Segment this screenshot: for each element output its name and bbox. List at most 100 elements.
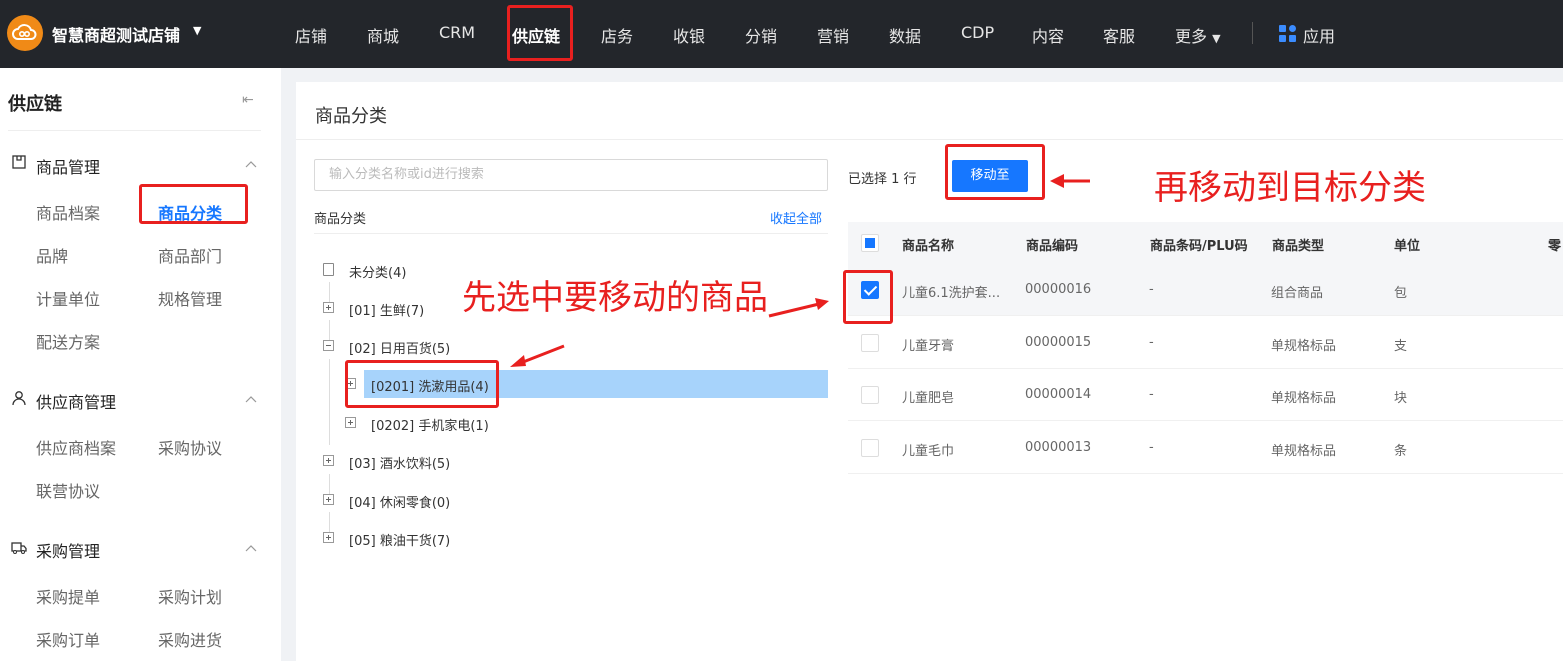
tree-node-fresh[interactable]: [01] 生鲜(7) xyxy=(349,300,424,319)
tree-node-grain-oil[interactable]: [05] 粮油干货(7) xyxy=(349,530,450,549)
cell-code: 00000014 xyxy=(1025,387,1092,402)
arrow-icon xyxy=(768,298,829,318)
sidebar-item-brand[interactable]: 品牌 xyxy=(36,243,68,267)
nav-distribution[interactable]: 分销 xyxy=(745,23,777,47)
sidebar-item-goods-archive[interactable]: 商品档案 xyxy=(36,200,100,224)
nav-more-label: 更多 xyxy=(1175,27,1208,46)
annotation-move-to-target: 再移动到目标分类 xyxy=(1154,168,1426,208)
sidebar-item-purchase-order[interactable]: 采购订单 xyxy=(36,627,100,651)
row-checkbox[interactable] xyxy=(861,386,879,404)
sidebar-group-goods[interactable]: 商品管理 xyxy=(36,154,100,178)
top-navigation-bar: 智慧商超测试店铺 ▼ 店铺 商城 CRM 供应链 店务 收银 分销 营销 数据 … xyxy=(0,0,1563,68)
cell-unit: 块 xyxy=(1394,391,1408,406)
nav-cashier[interactable]: 收银 xyxy=(673,23,705,47)
sidebar-title: 供应链 xyxy=(8,94,62,115)
caret-down-icon[interactable]: ▼ xyxy=(193,24,201,37)
file-icon xyxy=(323,263,334,276)
column-header[interactable]: 商品类型 xyxy=(1272,235,1324,254)
divider xyxy=(314,233,828,234)
chevron-up-icon[interactable] xyxy=(245,543,257,555)
truck-icon xyxy=(11,542,27,554)
store-name[interactable]: 智慧商超测试店铺 xyxy=(52,22,180,46)
nav-store[interactable]: 店铺 xyxy=(295,23,327,47)
highlight-nav-supply-chain xyxy=(507,5,573,61)
nav-more[interactable]: 更多 ▼ xyxy=(1175,23,1221,47)
expand-plus-icon[interactable] xyxy=(323,532,334,543)
sidebar-item-specs[interactable]: 规格管理 xyxy=(158,286,222,310)
row-checkbox[interactable] xyxy=(861,334,879,352)
nav-content[interactable]: 内容 xyxy=(1032,23,1064,47)
expand-plus-icon[interactable] xyxy=(323,494,334,505)
cell-barcode: - xyxy=(1149,282,1154,297)
cell-unit: 包 xyxy=(1394,286,1408,301)
nav-customer-service[interactable]: 客服 xyxy=(1103,23,1135,47)
cell-type: 组合商品 xyxy=(1271,286,1324,301)
column-header[interactable]: 商品编码 xyxy=(1026,235,1078,254)
row-checkbox[interactable] xyxy=(861,439,879,457)
sidebar-item-purchase-agreement[interactable]: 采购协议 xyxy=(158,435,222,459)
sidebar-item-supplier-archive[interactable]: 供应商档案 xyxy=(36,435,116,459)
column-header[interactable]: 零 xyxy=(1548,235,1561,254)
cell-type: 单规格标品 xyxy=(1271,391,1337,406)
apps-grid-icon[interactable] xyxy=(1279,25,1297,43)
sidebar-item-purchase-plan[interactable]: 采购计划 xyxy=(158,584,222,608)
chevron-up-icon[interactable] xyxy=(245,394,257,406)
cell-type: 单规格标品 xyxy=(1271,444,1337,459)
cell-unit: 条 xyxy=(1394,444,1408,459)
column-header[interactable]: 商品名称 xyxy=(902,235,954,254)
divider xyxy=(296,139,1563,140)
arrow-icon xyxy=(1050,174,1090,188)
table-row[interactable]: 儿童毛巾 00000013 - 单规格标品 条 xyxy=(848,422,1563,474)
cell-barcode: - xyxy=(1149,387,1154,402)
cell-name: 儿童牙膏 xyxy=(902,339,955,354)
column-header[interactable]: 单位 xyxy=(1394,235,1420,254)
table-row[interactable]: 儿童6.1洗护套... 00000016 - 组合商品 包 xyxy=(848,264,1563,316)
tree-node-snacks[interactable]: [04] 休闲零食(0) xyxy=(349,492,450,511)
column-header[interactable]: 商品条码/PLU码 xyxy=(1150,235,1248,254)
nav-marketing[interactable]: 营销 xyxy=(817,23,849,47)
category-search-input[interactable]: 输入分类名称或id进行搜索 xyxy=(314,159,828,191)
arrow-icon xyxy=(510,344,565,367)
nav-cdp[interactable]: CDP xyxy=(961,23,994,42)
sidebar-item-joint-agreement[interactable]: 联营协议 xyxy=(36,478,100,502)
tree-node-daily-goods[interactable]: [02] 日用百货(5) xyxy=(349,338,450,357)
chevron-up-icon[interactable] xyxy=(245,159,257,171)
goods-box-icon xyxy=(12,155,26,169)
nav-apps[interactable]: 应用 xyxy=(1303,23,1335,47)
cell-barcode: - xyxy=(1149,335,1154,350)
nav-crm[interactable]: CRM xyxy=(439,23,475,42)
selected-count: 已选择 1 行 xyxy=(848,172,917,187)
nav-mall[interactable]: 商城 xyxy=(367,23,399,47)
collapse-all-link[interactable]: 收起全部 xyxy=(770,208,822,227)
highlight-tree-toiletries xyxy=(345,360,499,408)
highlight-row-checkbox xyxy=(843,270,893,324)
sidebar-item-goods-dept[interactable]: 商品部门 xyxy=(158,243,222,267)
nav-data[interactable]: 数据 xyxy=(889,23,921,47)
sidebar-item-units[interactable]: 计量单位 xyxy=(36,286,100,310)
expand-plus-icon[interactable] xyxy=(323,302,334,313)
tree-node-phone-appliances[interactable]: [0202] 手机家电(1) xyxy=(371,415,489,434)
nav-store-ops[interactable]: 店务 xyxy=(601,23,633,47)
sidebar-item-purchase-receipt[interactable]: 采购进货 xyxy=(158,627,222,651)
sidebar-item-delivery-plan[interactable]: 配送方案 xyxy=(36,329,100,353)
tree-node-uncategorized[interactable]: 未分类(4) xyxy=(349,262,406,281)
user-icon xyxy=(12,391,26,406)
table-row[interactable]: 儿童肥皂 00000014 - 单规格标品 块 xyxy=(848,369,1563,421)
tree-header: 商品分类 xyxy=(314,212,367,227)
cell-name: 儿童毛巾 xyxy=(902,444,955,459)
cell-type: 单规格标品 xyxy=(1271,339,1337,354)
expand-plus-icon[interactable] xyxy=(323,455,334,466)
cell-barcode: - xyxy=(1149,440,1154,455)
table-row[interactable]: 儿童牙膏 00000015 - 单规格标品 支 xyxy=(848,317,1563,369)
sidebar-item-purchase-request[interactable]: 采购提单 xyxy=(36,584,100,608)
tree-node-beverages[interactable]: [03] 酒水饮料(5) xyxy=(349,453,450,472)
cell-name: 儿童6.1洗护套... xyxy=(902,286,1001,301)
collapse-sidebar-icon[interactable]: ⇤ xyxy=(242,92,254,108)
expand-plus-icon[interactable] xyxy=(345,417,356,428)
sidebar-group-supplier[interactable]: 供应商管理 xyxy=(36,389,116,413)
divider xyxy=(8,130,261,131)
brand-logo[interactable] xyxy=(7,15,43,51)
sidebar-group-purchase[interactable]: 采购管理 xyxy=(36,538,100,562)
collapse-minus-icon[interactable] xyxy=(323,340,334,351)
select-all-checkbox[interactable] xyxy=(861,234,879,252)
